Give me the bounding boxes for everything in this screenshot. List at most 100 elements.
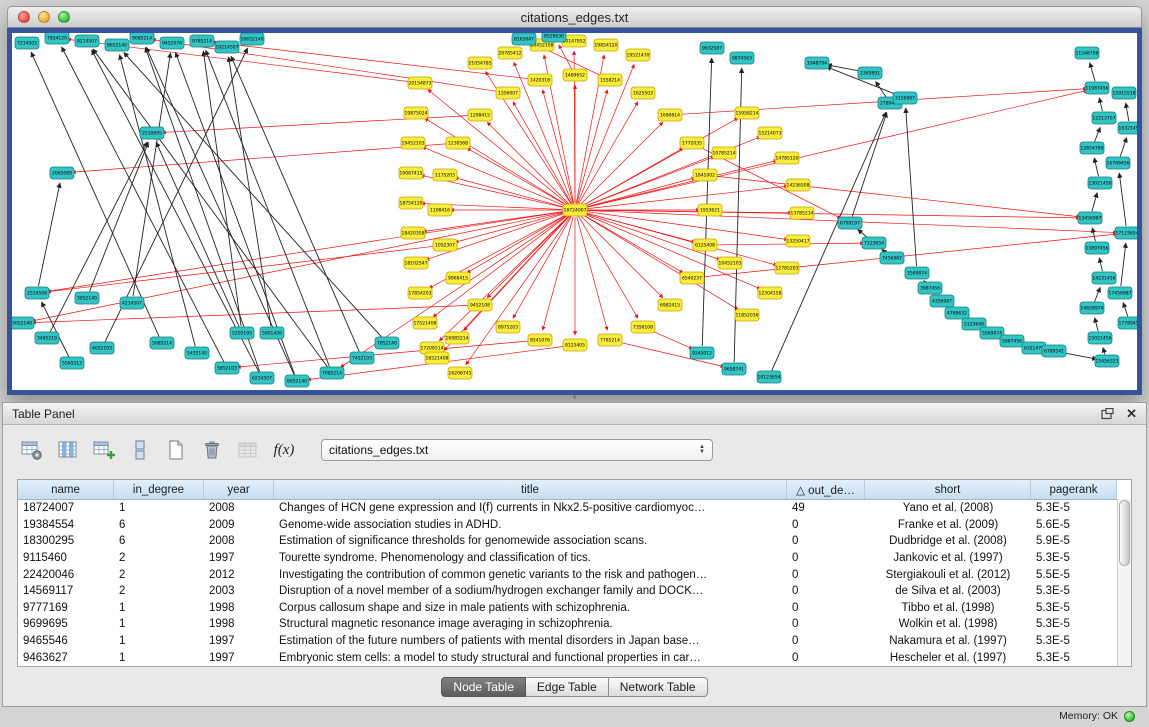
graph-node-label: 15021456 bbox=[1089, 336, 1112, 342]
table-row[interactable]: 1456911722003Disruption of a novel membe… bbox=[18, 583, 1117, 600]
graph-node-label: 17208514 bbox=[421, 346, 444, 352]
minimize-window-button[interactable] bbox=[38, 11, 50, 23]
graph-node-label: 9245012 bbox=[692, 351, 712, 357]
scrollbar-thumb[interactable] bbox=[1119, 500, 1130, 566]
select-columns-button[interactable] bbox=[55, 438, 81, 462]
table-settings-button[interactable] bbox=[19, 438, 45, 462]
graph-node-label: 6799197 bbox=[840, 221, 860, 227]
table-cell: 0 bbox=[787, 618, 865, 630]
table-cell: 5.3E-5 bbox=[1031, 618, 1117, 630]
network-canvas[interactable]: 1872400719536211841002177203516908141625… bbox=[12, 33, 1137, 390]
table-cell: 6 bbox=[114, 535, 204, 547]
tab-node-table[interactable]: Node Table bbox=[441, 677, 526, 697]
table-cell: Changes of HCN gene expression and I(f) … bbox=[274, 502, 787, 514]
graph-node-label: 18420358 bbox=[402, 231, 425, 237]
memory-indicator-icon[interactable] bbox=[1124, 711, 1135, 722]
column-header-short[interactable]: short bbox=[865, 480, 1031, 499]
column-header-year[interactable]: year bbox=[204, 480, 274, 499]
graph-node-label: 6982415 bbox=[660, 303, 680, 309]
table-cell: Tourette syndrome. Phenomenology and cla… bbox=[274, 552, 787, 564]
graph-node-label: 20154873 bbox=[409, 81, 432, 87]
table-source-dropdown[interactable]: citations_edges.txt ▲▼ bbox=[321, 439, 713, 461]
table-cell: 0 bbox=[787, 535, 865, 547]
tab-edge-table[interactable]: Edge Table bbox=[526, 677, 609, 697]
delete-table-button[interactable] bbox=[199, 438, 225, 462]
table-row[interactable]: 911546021997Tourette syndrome. Phenomeno… bbox=[18, 550, 1117, 567]
column-header-name[interactable]: name bbox=[18, 480, 114, 499]
table-cell: 1 bbox=[114, 635, 204, 647]
graph-node-label: 7852140 bbox=[377, 341, 397, 347]
graph-node-label: 5569874 bbox=[982, 331, 1002, 337]
table-header-row: name in_degree year title △ out_de… shor… bbox=[18, 480, 1117, 500]
graph-node-label: 1420318 bbox=[530, 78, 550, 84]
create-row-button[interactable] bbox=[127, 438, 153, 462]
column-header-pagerank[interactable]: pagerank bbox=[1031, 480, 1117, 499]
table-cell: 9115460 bbox=[18, 552, 114, 564]
graph-node-label: 6789541 bbox=[1044, 349, 1064, 355]
table-cell: 1 bbox=[114, 502, 204, 514]
panel-splitter[interactable]: ▾ bbox=[0, 394, 1149, 402]
table-cell: Stergiakouli et al. (2012) bbox=[865, 569, 1031, 581]
graph-node-label: 10123654 bbox=[758, 375, 781, 381]
close-window-button[interactable] bbox=[18, 11, 30, 23]
table-row[interactable]: 1938455462009Genome-wide association stu… bbox=[18, 517, 1117, 534]
graph-node-label: 5452140 bbox=[187, 351, 207, 357]
graph-node-label: 14785120 bbox=[776, 156, 799, 162]
window-titlebar[interactable]: citations_edges.txt bbox=[7, 6, 1142, 28]
node-table: name in_degree year title △ out_de… shor… bbox=[17, 479, 1132, 667]
table-row[interactable]: 946554611997Estimation of the future num… bbox=[18, 633, 1117, 650]
new-table-button[interactable] bbox=[163, 438, 189, 462]
table-cell: 5.3E-5 bbox=[1031, 635, 1117, 647]
graph-node-label: 13785214 bbox=[791, 211, 814, 217]
table-row[interactable]: 977716911998Corpus callosum shape and si… bbox=[18, 600, 1117, 617]
graph-node-label: 1948794 bbox=[807, 61, 827, 67]
window-title: citations_edges.txt bbox=[521, 10, 629, 25]
memory-status: Memory: OK bbox=[1059, 710, 1118, 722]
close-panel-icon[interactable]: ✕ bbox=[1126, 406, 1137, 422]
graph-node-label: 13897456 bbox=[1086, 246, 1109, 252]
table-cell: 2 bbox=[114, 585, 204, 597]
graph-node-label: 4652103 bbox=[92, 346, 112, 352]
graph-node-label: 3569874 bbox=[907, 271, 927, 277]
table-scrollbar[interactable] bbox=[1117, 499, 1131, 666]
graph-node-label: 19854120 bbox=[595, 43, 618, 49]
table-cell: 0 bbox=[787, 519, 865, 531]
table-panel-title: Table Panel bbox=[12, 407, 75, 421]
table-source-value: citations_edges.txt bbox=[329, 443, 428, 457]
graph-node-label: 11987456 bbox=[1086, 86, 1109, 92]
import-table-button[interactable] bbox=[235, 438, 261, 462]
graph-node-label: 1953621 bbox=[700, 208, 720, 214]
table-toolbar: f(x) citations_edges.txt ▲▼ bbox=[3, 425, 1146, 471]
graph-node-label: 10452103 bbox=[719, 261, 742, 267]
column-header-in-degree[interactable]: in_degree bbox=[114, 480, 204, 499]
float-panel-icon[interactable] bbox=[1101, 408, 1114, 420]
graph-node-label: 17521408 bbox=[414, 321, 437, 327]
table-cell: 5.6E-5 bbox=[1031, 519, 1117, 531]
table-cell: 5.3E-5 bbox=[1031, 552, 1117, 564]
table-cell: 1998 bbox=[204, 618, 274, 630]
table-row[interactable]: 969969511998Structural magnetic resonanc… bbox=[18, 616, 1117, 633]
graph-node-label: 13456987 bbox=[1079, 216, 1102, 222]
graph-node-label: 2065089 bbox=[52, 171, 72, 177]
column-header-out-degree[interactable]: △ out_de… bbox=[787, 480, 865, 499]
table-cell: Jankovic et al. (1997) bbox=[865, 552, 1031, 564]
table-row[interactable]: 2242004622012Investigating the contribut… bbox=[18, 566, 1117, 583]
create-column-button[interactable] bbox=[91, 438, 117, 462]
table-cell: 1997 bbox=[204, 635, 274, 647]
network-view-frame: 1872400719536211841002177203516908141625… bbox=[7, 28, 1142, 395]
zoom-window-button[interactable] bbox=[58, 11, 70, 23]
table-row[interactable]: 946362711997Embryonic stem cells: a mode… bbox=[18, 649, 1117, 666]
table-panel: Table Panel ✕ bbox=[2, 402, 1147, 707]
graph-node-label: 9785214 bbox=[192, 39, 212, 45]
graph-node-label: 5085214 bbox=[152, 341, 172, 347]
tab-network-table[interactable]: Network Table bbox=[609, 677, 708, 697]
table-cell: 2 bbox=[114, 569, 204, 581]
graph-node-label: 4214507 bbox=[122, 301, 142, 307]
graph-node-label: 16985214 bbox=[446, 336, 469, 342]
function-builder-button[interactable]: f(x) bbox=[271, 438, 297, 462]
graph-node-label: 17456987 bbox=[1109, 291, 1132, 297]
table-row[interactable]: 1830029562008Estimation of significance … bbox=[18, 533, 1117, 550]
column-header-title[interactable]: title bbox=[274, 480, 787, 499]
table-row[interactable]: 1872400712008Changes of HCN gene express… bbox=[18, 500, 1117, 517]
graph-node-label: 15915518 bbox=[1113, 91, 1136, 97]
